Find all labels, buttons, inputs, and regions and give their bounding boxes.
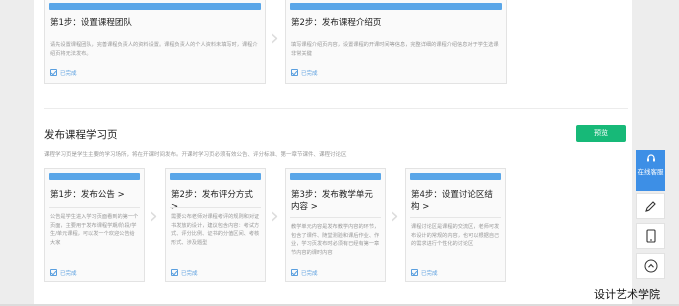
step-card-announcement[interactable]: 第1步：发布公告 > 公告是学生进入学习页面看到的第一个页面，主要用于发布课程学… — [44, 168, 145, 282]
step-title: 第2步：发布评分方式 > — [171, 190, 253, 212]
step-card-team[interactable]: 第1步：设置课程团队 请先设置课程团队，完善课程负责人的资料设置。课程负责人的个… — [44, 0, 266, 84]
step-status: 已完成 — [50, 269, 77, 278]
checkbox-icon — [411, 269, 418, 276]
step-description: 请先设置课程团队，完善课程负责人的资料设置。课程负责人的个人资料未填写时，课程介… — [50, 42, 258, 57]
step-title: 第3步：发布教学单元内容 > — [291, 190, 373, 212]
step-description: 公告是学生进入学习页面看到的第一个页面，主要用于发布课程学期/阶段/学生/单元课… — [50, 214, 139, 246]
checkbox-icon — [50, 69, 57, 76]
step-card-forum[interactable]: 第4步：设置讨论区结构 > 课程讨论区是课程的交流区，老师可发布设计的常规的内容… — [405, 168, 506, 282]
step-title: 第4步：设置讨论区结构 > — [411, 190, 493, 212]
chevron-right-icon: › — [149, 204, 158, 229]
checkbox-icon — [50, 269, 57, 276]
step-progress-bar — [170, 173, 261, 180]
step-progress-bar — [290, 173, 381, 180]
step-status: 已完成 — [291, 69, 318, 78]
edit-button[interactable] — [636, 193, 665, 219]
step-card-intro[interactable]: 第2步：发布课程介绍页 填写课程介绍页内容，设置课程的开课时间等信息，完整详细的… — [285, 0, 507, 84]
card-divider — [170, 207, 261, 208]
card-divider — [290, 217, 381, 218]
section-description: 课程学习页是学生主要的学习场所，将在开课时间发布。开课时学习页必须有效公告、评分… — [44, 152, 347, 158]
step-description: 课程讨论区是课程的交流区，老师可发布设计的常规的内容，也可以根据自己的需求进行个… — [411, 224, 500, 248]
checkbox-icon — [291, 269, 298, 276]
chevron-right-icon: › — [270, 26, 279, 51]
step-status: 已完成 — [411, 269, 438, 278]
section-title: 发布课程学习页 — [44, 129, 118, 141]
step-progress-bar — [49, 173, 140, 180]
step-title: 第2步：发布课程介绍页 — [291, 18, 382, 28]
headset-icon — [636, 153, 665, 168]
mobile-button[interactable] — [636, 223, 665, 249]
preview-button[interactable]: 预览 — [576, 125, 626, 142]
chevron-right-icon: › — [390, 204, 399, 229]
step-title: 第1步：设置课程团队 — [50, 18, 132, 28]
card-divider — [49, 207, 140, 208]
step-progress-bar — [49, 3, 261, 10]
section-divider — [44, 108, 628, 109]
step-card-grading[interactable]: 第2步：发布评分方式 > 需要公布老师对课程考评的规则和对证书发放的设计，建议包… — [165, 168, 266, 282]
step-description: 需要公布老师对课程考评的规则和对证书发放的设计，建议包含内容：考试方式、评分比例… — [171, 214, 260, 246]
step-title: 第1步：发布公告 > — [50, 190, 125, 200]
checkbox-icon — [291, 69, 298, 76]
step-description: 填写课程介绍页内容，设置课程的开课时间等信息，完整详细的课程介绍信息对于学生选课… — [291, 42, 499, 57]
step-progress-bar — [410, 173, 501, 180]
checkbox-icon — [171, 269, 178, 276]
arrow-up-icon — [644, 259, 657, 273]
step-card-units[interactable]: 第3步：发布教学单元内容 > 教学单元内容是发布教学内容的环节，包含了课件、随堂… — [285, 168, 386, 282]
watermark-text: 设计艺术学院 — [594, 288, 660, 301]
card-divider — [410, 217, 501, 218]
pencil-icon — [645, 200, 656, 212]
chevron-right-icon: › — [270, 204, 279, 229]
step-progress-bar — [290, 3, 502, 10]
online-service-label: 在线客服 — [637, 168, 664, 176]
online-service-button[interactable]: 在线客服 — [636, 150, 665, 191]
tablet-icon — [645, 229, 656, 243]
step-status: 已完成 — [291, 269, 318, 278]
step-status: 已完成 — [171, 269, 198, 278]
back-to-top-button[interactable] — [636, 253, 665, 279]
step-description: 教学单元内容是发布教学内容的环节，包含了课件、随堂测验和课后作业、作业，学习页发… — [291, 224, 380, 256]
step-status: 已完成 — [50, 69, 77, 78]
